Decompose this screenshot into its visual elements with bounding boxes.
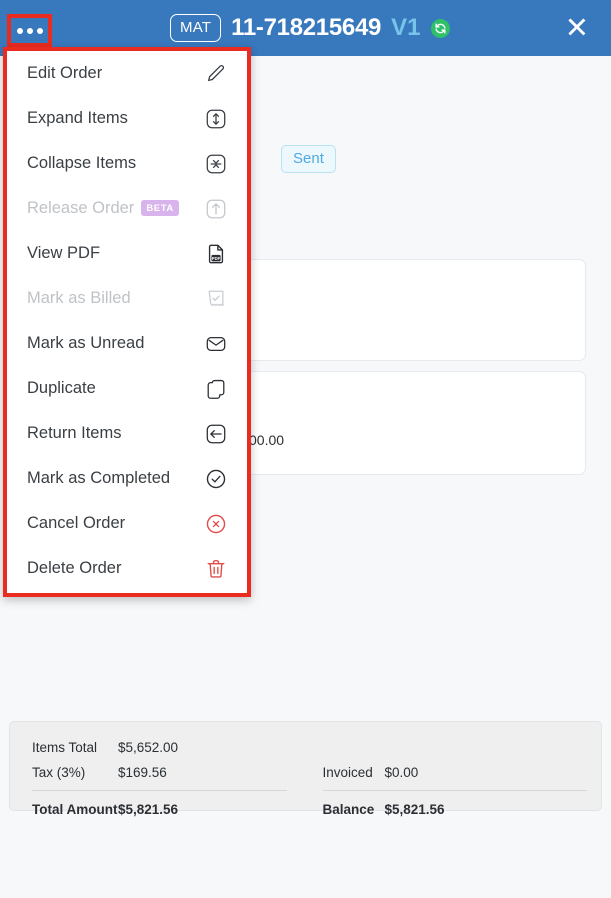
totals-row: Total Amount $5,821.56 [32, 797, 311, 822]
total-amount-label: Total Amount [32, 802, 118, 817]
menu-item-return-items[interactable]: Return Items [7, 411, 247, 456]
menu-item-collapse-items[interactable]: Collapse Items [7, 141, 247, 186]
beta-badge: BETA [141, 199, 179, 216]
receipt-check-icon [204, 287, 228, 311]
menu-item-label: Mark as Completed [27, 469, 171, 487]
menu-item-label: Expand Items [27, 109, 128, 127]
total-amount-value: $5,821.56 [118, 802, 179, 817]
menu-item-mark-as-completed[interactable]: Mark as Completed [7, 456, 247, 501]
totals-row: Invoiced $0.00 [323, 760, 602, 785]
balance-label: Balance [322, 802, 375, 817]
copy-icon [204, 377, 228, 401]
menu-item-label: View PDF [27, 244, 101, 262]
menu-item-cancel-order[interactable]: Cancel Order [7, 501, 247, 546]
menu-item-label: Collapse Items [27, 154, 137, 172]
menu-item-label: Duplicate [27, 379, 96, 397]
totals-left-column: Items Total $5,652.00 Tax (3%) $169.56 T… [10, 722, 311, 817]
totals-divider [32, 790, 287, 791]
items-total-value: $5,652.00 [118, 740, 179, 755]
menu-item-label: Return Items [27, 424, 122, 442]
collapse-vertical-icon [204, 152, 228, 176]
order-number: 11-718215649 [231, 14, 382, 41]
menu-item-release-order: Release Order BETA [7, 186, 247, 231]
balance-value: $5,821.56 [384, 802, 445, 817]
svg-text:PDF: PDF [212, 256, 221, 261]
close-button[interactable]: ✕ [565, 13, 589, 43]
totals-right-column: Invoiced $0.00 Balance $5,821.56 [311, 722, 602, 817]
menu-item-expand-items[interactable]: Expand Items [7, 96, 247, 141]
order-version: V1 [391, 14, 421, 41]
items-total-label: Items Total [32, 740, 98, 755]
sync-refresh-icon[interactable] [431, 18, 451, 38]
expand-vertical-icon [204, 107, 228, 131]
context-menu: Edit Order Expand Items Collapse Items R… [3, 47, 251, 597]
envelope-icon [204, 332, 228, 356]
invoiced-label: Invoiced [322, 765, 373, 780]
x-circle-icon [204, 512, 228, 536]
overflow-dots-icon [16, 27, 43, 34]
totals-row: Balance $5,821.56 [323, 797, 602, 822]
menu-item-view-pdf[interactable]: View PDF PDF [7, 231, 247, 276]
trash-icon [204, 557, 228, 581]
mat-badge: MAT [170, 14, 222, 42]
invoiced-value: $0.00 [384, 765, 419, 780]
menu-item-label: Edit Order [27, 64, 103, 82]
order-detail-screen: 1] Grace Project Supply | Grace Tuckerso… [0, 0, 611, 898]
totals-spacer [323, 735, 602, 760]
overflow-menu-button[interactable] [7, 14, 52, 47]
totals-row: Tax (3%) $169.56 [32, 760, 311, 785]
totals-row: Items Total $5,652.00 [32, 735, 311, 760]
menu-item-edit-order[interactable]: Edit Order [7, 51, 247, 96]
tax-label: Tax (3%) [32, 765, 86, 780]
menu-item-label: Mark as Unread [27, 334, 145, 352]
menu-item-label: Release Order [27, 199, 135, 217]
tax-value: $169.56 [118, 765, 167, 780]
pencil-icon [204, 62, 228, 86]
status-badge: Sent [281, 145, 336, 173]
menu-item-mark-as-billed: Mark as Billed [7, 276, 247, 321]
totals-panel: Items Total $5,652.00 Tax (3%) $169.56 T… [9, 721, 602, 817]
menu-item-label: Delete Order [27, 559, 122, 577]
menu-item-mark-as-unread[interactable]: Mark as Unread [7, 321, 247, 366]
menu-item-duplicate[interactable]: Duplicate [7, 366, 247, 411]
check-circle-icon [204, 467, 228, 491]
arrow-up-box-icon [204, 197, 228, 221]
arrow-left-box-icon [204, 422, 228, 446]
menu-item-delete-order[interactable]: Delete Order [7, 546, 247, 591]
totals-divider [322, 790, 587, 791]
menu-item-label: Cancel Order [27, 514, 126, 532]
card-amount-value: 00.00 [249, 432, 285, 448]
menu-item-label: Mark as Billed [27, 289, 131, 307]
pdf-file-icon: PDF [204, 242, 228, 266]
